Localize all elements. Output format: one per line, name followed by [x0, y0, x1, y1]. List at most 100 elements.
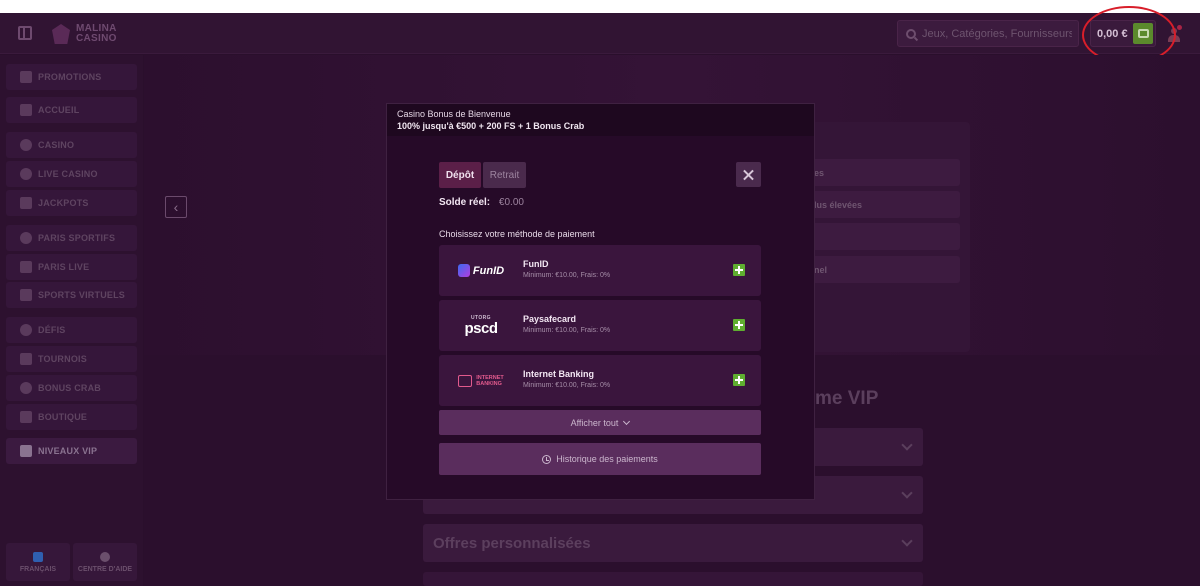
chevron-down-icon — [901, 439, 913, 451]
sidebar-item-paris-live[interactable]: PARIS LIVE — [6, 254, 137, 280]
payment-method-internet-banking[interactable]: INTERNET BANKING Internet Banking Minimu… — [439, 355, 761, 406]
payment-method-funid[interactable]: FunID FunID Minimum: €10.00, Frais: 0% — [439, 245, 761, 296]
background-row[interactable]: es — [790, 159, 960, 186]
chevron-down-icon — [901, 535, 913, 547]
sidebar-item-label: JACKPOTS — [38, 198, 89, 208]
sidebar-item-niveaux-vip[interactable]: NIVEAUX VIP — [6, 438, 137, 464]
slider-prev-button[interactable]: ‹ — [165, 196, 187, 218]
method-name: Paysafecard — [523, 314, 577, 324]
chip-icon — [20, 168, 32, 180]
user-icon[interactable] — [1168, 25, 1182, 42]
internet-banking-logo-line1: INTERNET — [476, 374, 504, 381]
sidebar-item-live-casino[interactable]: LIVE CASINO — [6, 161, 137, 187]
show-all-button[interactable]: Afficher tout — [439, 410, 761, 435]
payment-history-button[interactable]: Historique des paiements — [439, 443, 761, 475]
balance-amount: 0,00 € — [1097, 27, 1128, 40]
funid-logo: FunID — [451, 257, 511, 284]
real-balance-label: Solde réel: — [439, 197, 491, 208]
sidebar-item-label: PROMOTIONS — [38, 72, 102, 82]
method-details: Minimum: €10.00, Frais: 0% — [523, 272, 611, 279]
search-icon — [906, 28, 916, 39]
sidebar-item-accueil[interactable]: ACCUEIL — [6, 97, 137, 123]
monitor-icon — [458, 374, 473, 387]
vip-section-title: me VIP — [815, 388, 879, 409]
background-row[interactable]: lus élevées — [790, 191, 960, 218]
method-details: Minimum: €10.00, Frais: 0% — [523, 327, 611, 334]
sidebar-item-label: PARIS SPORTIFS — [38, 233, 116, 243]
logo-mark-icon — [52, 24, 70, 44]
search-input[interactable] — [922, 27, 1072, 40]
sidebar-item-tournois[interactable]: TOURNOIS — [6, 346, 137, 372]
tab-deposit[interactable]: Dépôt — [439, 162, 481, 188]
show-all-label: Afficher tout — [570, 417, 619, 428]
sidebar-item-bonus-crab[interactable]: BONUS CRAB — [6, 375, 137, 401]
funid-mark-icon — [457, 264, 470, 277]
payment-modal: Casino Bonus de Bienvenue 100% jusqu'à €… — [386, 103, 815, 500]
top-strip — [0, 0, 1200, 13]
chevron-down-icon — [623, 417, 631, 425]
accordion-title: Offres personnalisées — [433, 535, 591, 552]
add-icon[interactable] — [733, 319, 745, 331]
sidebar-item-sports-virtuels[interactable]: SPORTS VIRTUELS — [6, 282, 137, 308]
casino-logo[interactable]: MALINA CASINO — [52, 20, 117, 48]
method-details: Minimum: €10.00, Frais: 0% — [523, 382, 611, 389]
help-center-label: CENTRE D'AIDE — [77, 565, 133, 573]
sidebar-item-label: ACCUEIL — [38, 105, 80, 115]
jackpot-icon — [20, 197, 32, 209]
challenge-icon — [20, 324, 32, 336]
top-header: MALINA CASINO 0,00 € — [0, 13, 1200, 54]
background-row[interactable] — [790, 223, 960, 250]
sidebar-item-label: DÉFIS — [38, 325, 66, 335]
sidebar-item-label: BONUS CRAB — [38, 383, 102, 393]
sidebar: PROMOTIONS ACCUEIL CASINO LIVE CASINO JA… — [0, 55, 143, 586]
help-center-button[interactable]: CENTRE D'AIDE — [73, 543, 137, 581]
paysafecard-logo-text: pscd — [464, 320, 498, 337]
sidebar-item-promotions[interactable]: PROMOTIONS — [6, 64, 137, 90]
method-name: FunID — [523, 259, 549, 269]
soccer-ball-icon — [20, 232, 32, 244]
real-balance: Solde réel: €0.00 — [439, 197, 524, 208]
add-icon[interactable] — [733, 264, 745, 276]
bonus-subtitle: 100% jusqu'à €500 + 200 FS + 1 Bonus Cra… — [397, 121, 585, 131]
shop-icon — [20, 411, 32, 423]
home-icon — [20, 104, 32, 116]
sidebar-item-jackpots[interactable]: JACKPOTS — [6, 190, 137, 216]
sidebar-item-paris-sportifs[interactable]: PARIS SPORTIFS — [6, 225, 137, 251]
sidebar-item-defis[interactable]: DÉFIS — [6, 317, 137, 343]
sidebar-item-casino[interactable]: CASINO — [6, 132, 137, 158]
method-name: Internet Banking — [523, 369, 595, 379]
logo-line2: CASINO — [76, 33, 117, 44]
language-label: FRANÇAIS — [19, 565, 57, 573]
payment-method-paysafecard[interactable]: UTORG pscd Paysafecard Minimum: €10.00, … — [439, 300, 761, 351]
add-icon[interactable] — [733, 374, 745, 386]
close-icon[interactable] — [736, 162, 761, 187]
claw-icon — [20, 382, 32, 394]
help-icon — [100, 551, 110, 562]
chevron-left-icon: ‹ — [173, 199, 179, 215]
payment-history-label: Historique des paiements — [556, 454, 658, 464]
language-button[interactable]: FRANÇAIS — [6, 543, 70, 581]
internet-banking-logo-line2: BANKING — [476, 380, 502, 387]
chevron-down-icon — [901, 487, 913, 499]
accordion-row-personalized-offers[interactable]: Offres personnalisées — [423, 524, 923, 562]
notification-dot-icon — [1177, 25, 1182, 30]
history-icon — [542, 454, 552, 464]
sidebar-item-boutique[interactable]: BOUTIQUE — [6, 404, 137, 430]
wallet-icon — [1137, 29, 1149, 38]
background-row[interactable]: nel — [790, 256, 960, 283]
wallet-button[interactable] — [1133, 23, 1153, 44]
paysafecard-logo: UTORG pscd — [451, 312, 511, 339]
funid-logo-text: FunID — [472, 264, 505, 277]
trophy-icon — [20, 353, 32, 365]
search-box[interactable] — [897, 20, 1079, 47]
sidebar-item-label: BOUTIQUE — [38, 412, 88, 422]
sidebar-item-label: TOURNOIS — [38, 354, 87, 364]
virtual-sports-icon — [20, 289, 32, 301]
flag-icon — [33, 551, 43, 562]
bonus-title: Casino Bonus de Bienvenue — [397, 109, 511, 119]
tab-withdraw[interactable]: Retrait — [483, 162, 526, 188]
sidebar-item-label: NIVEAUX VIP — [38, 446, 98, 456]
accordion-row[interactable] — [423, 572, 923, 586]
sidebar-toggle-icon[interactable] — [18, 26, 32, 40]
balance-widget[interactable]: 0,00 € — [1090, 20, 1156, 47]
